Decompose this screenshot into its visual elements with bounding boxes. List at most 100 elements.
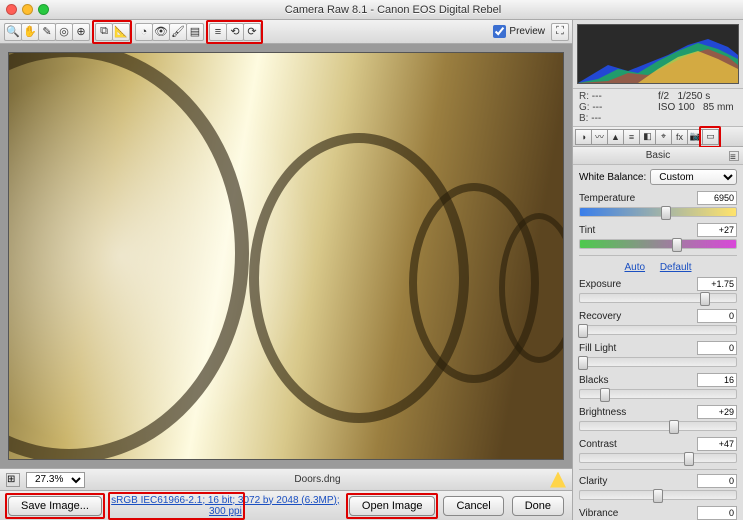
zoom-grid-icon[interactable]: ⊞	[6, 473, 20, 487]
preview-checkbox[interactable]: Preview	[493, 25, 545, 38]
highlight-presets: ▭	[702, 129, 718, 145]
photo-preview	[8, 52, 564, 460]
tab-detail-icon[interactable]: ▲	[607, 129, 624, 145]
brightness-slider[interactable]	[579, 421, 737, 431]
done-button[interactable]: Done	[512, 496, 564, 516]
temp-slider[interactable]	[579, 207, 737, 217]
open-image-button[interactable]: Open Image	[349, 496, 436, 516]
wb-eyedropper-icon[interactable]: ✎	[38, 23, 56, 41]
tint-value[interactable]	[697, 223, 737, 237]
blacks-label: Blacks	[579, 375, 608, 386]
vibrance-label: Vibrance	[579, 508, 618, 519]
wb-label: White Balance:	[579, 172, 646, 183]
zoom-select[interactable]: 27.3%	[26, 472, 85, 488]
toolbar: 🔍 ✋ ✎ ◎ ⊕ ⧉ 📐 ◔ 👁 🖌 ▤ ≡ ⟲ ⟳	[0, 20, 572, 44]
tint-label: Tint	[579, 225, 595, 236]
filename-label: Doors.dng	[91, 474, 544, 485]
cancel-button[interactable]: Cancel	[443, 496, 503, 516]
blacks-slider[interactable]	[579, 389, 737, 399]
contrast-value[interactable]	[697, 437, 737, 451]
exposure-value[interactable]	[697, 277, 737, 291]
status-bar: ⊞ 27.3% Doors.dng	[0, 468, 572, 490]
contrast-slider[interactable]	[579, 453, 737, 463]
info-readout: R: --- G: --- B: --- f/2 1/250 s ISO 100…	[573, 88, 743, 127]
redeye-tool-icon[interactable]: 👁	[152, 23, 170, 41]
readout-lens: 85 mm	[703, 102, 734, 113]
tab-fx-icon[interactable]: fx	[671, 129, 688, 145]
temp-label: Temperature	[579, 193, 635, 204]
basic-panel: White Balance: Custom Temperature Tint A…	[573, 165, 743, 520]
blacks-value[interactable]	[697, 373, 737, 387]
adjust-brush-icon[interactable]: 🖌	[169, 23, 187, 41]
panel-title: Basic ≡	[573, 147, 743, 165]
minimize-icon[interactable]	[22, 4, 33, 15]
tab-split-icon[interactable]: ◧	[639, 129, 656, 145]
filllight-label: Fill Light	[579, 343, 616, 354]
rotate-ccw-icon[interactable]: ⟲	[226, 23, 244, 41]
spot-removal-icon[interactable]: ◔	[135, 23, 153, 41]
color-sampler-icon[interactable]: ◎	[55, 23, 73, 41]
window-controls	[6, 4, 49, 15]
tab-curve-icon[interactable]: 〰	[591, 129, 608, 145]
tab-presets-icon[interactable]: ▭	[702, 129, 719, 145]
tab-basic-icon[interactable]: ◑	[575, 129, 592, 145]
tab-hsl-icon[interactable]: ≡	[623, 129, 640, 145]
readout-shutter: 1/250 s	[677, 91, 710, 102]
temp-value[interactable]	[697, 191, 737, 205]
tint-slider[interactable]	[579, 239, 737, 249]
filllight-value[interactable]	[697, 341, 737, 355]
crop-tool-icon[interactable]: ⧉	[95, 23, 113, 41]
clarity-label: Clarity	[579, 476, 607, 487]
clarity-value[interactable]	[697, 474, 737, 488]
contrast-label: Contrast	[579, 439, 617, 450]
exposure-slider[interactable]	[579, 293, 737, 303]
hand-tool-icon[interactable]: ✋	[21, 23, 39, 41]
brightness-label: Brightness	[579, 407, 626, 418]
bottom-bar: Save Image... sRGB IEC61966-2.1; 16 bit;…	[0, 490, 572, 520]
highlight-save: Save Image...	[8, 496, 102, 516]
grad-filter-icon[interactable]: ▤	[186, 23, 204, 41]
workflow-link-wrap: sRGB IEC61966-2.1; 16 bit; 3072 by 2048 …	[110, 495, 341, 517]
straighten-tool-icon[interactable]: 📐	[112, 23, 130, 41]
white-balance-select[interactable]: Custom	[650, 169, 737, 185]
image-viewport[interactable]	[0, 44, 572, 468]
zoom-tool-icon[interactable]: 🔍	[4, 23, 22, 41]
workflow-link[interactable]: sRGB IEC61966-2.1; 16 bit; 3072 by 2048 …	[111, 495, 339, 517]
histogram[interactable]	[577, 24, 739, 84]
auto-link[interactable]: Auto	[624, 262, 645, 273]
default-link[interactable]: Default	[660, 262, 692, 273]
right-pane: R: --- G: --- B: --- f/2 1/250 s ISO 100…	[573, 20, 743, 520]
preview-checkbox-input[interactable]	[493, 25, 506, 38]
filllight-slider[interactable]	[579, 357, 737, 367]
readout-aperture: f/2	[658, 91, 669, 102]
recovery-slider[interactable]	[579, 325, 737, 335]
warning-icon[interactable]	[550, 472, 566, 488]
recovery-label: Recovery	[579, 311, 621, 322]
rotate-cw-icon[interactable]: ⟳	[243, 23, 261, 41]
titlebar: Camera Raw 8.1 - Canon EOS Digital Rebel	[0, 0, 743, 20]
panel-tabs: ◑ 〰 ▲ ≡ ◧ ⌖ fx 📷 ▭	[573, 127, 743, 147]
readout-r: ---	[592, 91, 602, 102]
target-adjust-icon[interactable]: ⊕	[72, 23, 90, 41]
close-icon[interactable]	[6, 4, 17, 15]
exposure-label: Exposure	[579, 279, 621, 290]
highlight-open: Open Image	[349, 496, 436, 516]
preview-label: Preview	[509, 26, 545, 37]
fullscreen-icon[interactable]: ⛶	[551, 23, 569, 41]
panel-menu-icon[interactable]: ≡	[729, 151, 739, 161]
save-image-button[interactable]: Save Image...	[8, 496, 102, 516]
brightness-value[interactable]	[697, 405, 737, 419]
highlight-workflow: sRGB IEC61966-2.1; 16 bit; 3072 by 2048 …	[111, 495, 339, 517]
left-pane: 🔍 ✋ ✎ ◎ ⊕ ⧉ 📐 ◔ 👁 🖌 ▤ ≡ ⟲ ⟳	[0, 20, 573, 520]
window-title: Camera Raw 8.1 - Canon EOS Digital Rebel	[49, 4, 737, 16]
vibrance-value[interactable]	[697, 506, 737, 520]
readout-g: ---	[592, 102, 602, 113]
highlight-crop-group: ⧉ 📐	[95, 23, 129, 41]
clarity-slider[interactable]	[579, 490, 737, 500]
readout-iso: ISO 100	[658, 102, 695, 113]
highlight-rotate-group: ≡ ⟲ ⟳	[209, 23, 260, 41]
recovery-value[interactable]	[697, 309, 737, 323]
tab-lens-icon[interactable]: ⌖	[655, 129, 672, 145]
prefs-icon[interactable]: ≡	[209, 23, 227, 41]
zoom-window-icon[interactable]	[38, 4, 49, 15]
